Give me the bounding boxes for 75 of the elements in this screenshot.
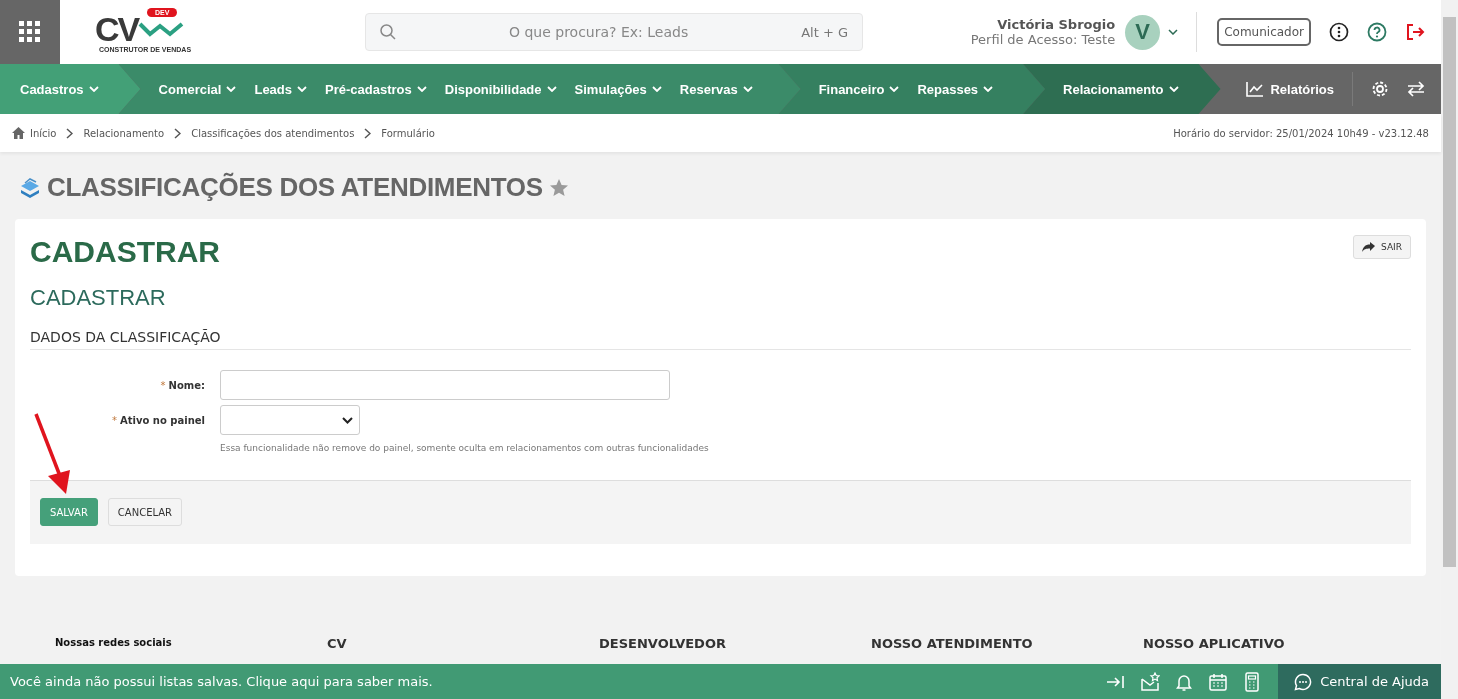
chevron-down-icon	[651, 86, 662, 92]
search-icon	[380, 24, 396, 40]
communicator-button[interactable]: Comunicador	[1217, 18, 1311, 46]
breadcrumb-link[interactable]: Classificações dos atendimentos	[191, 127, 355, 139]
calendar-icon[interactable]	[1208, 671, 1229, 692]
help-icon[interactable]	[1367, 22, 1387, 42]
footer-heading: DESENVOLVEDOR	[599, 636, 727, 651]
search-placeholder: O que procura? Ex: Leads	[507, 24, 690, 40]
search-field[interactable]: O que procura? Ex: Leads Alt + G	[365, 13, 863, 51]
swap-arrows-icon[interactable]	[1407, 81, 1425, 97]
chevron-down-icon	[983, 86, 994, 92]
form-subheading: CADASTRAR	[30, 285, 167, 311]
field-label: * Ativo no painel	[111, 414, 205, 426]
input-field[interactable]	[220, 370, 670, 400]
breadcrumb-link[interactable]: Início	[12, 127, 57, 139]
apps-menu-button[interactable]	[0, 0, 60, 64]
envelope-star-icon[interactable]	[1140, 671, 1161, 692]
user-name: Victória Sbrogio	[997, 17, 1116, 32]
section-heading: DADOS DA CLASSIFICAÇÃO	[30, 329, 1411, 350]
footer-heading: CV	[327, 636, 348, 651]
stack-icon	[19, 177, 41, 198]
chevron-down-icon	[546, 86, 557, 92]
chevron-down-icon	[742, 86, 753, 92]
wave-icon	[138, 20, 185, 37]
page-title: CLASSIFICAÇÕES DOS ATENDIMENTOS	[47, 172, 543, 203]
exit-button[interactable]: SAIR	[1353, 235, 1411, 259]
line-chart-icon	[1246, 81, 1265, 97]
chevron-down-icon	[342, 416, 353, 424]
logo-mark: CV	[95, 11, 139, 46]
breadcrumb-link[interactable]: Relacionamento	[83, 127, 165, 139]
user-profile: Perfil de Acesso: Teste	[970, 32, 1116, 47]
breadcrumb-link[interactable]: Formulário	[381, 127, 435, 139]
menu-item[interactable]: Pré-cadastros	[325, 81, 427, 97]
form-heading: CADASTRAR	[30, 235, 220, 269]
chevron-down-icon	[889, 86, 900, 92]
footer-heading: NOSSO APLICATIVO	[1143, 636, 1286, 651]
cancel-button[interactable]: CANCELAR	[107, 498, 183, 526]
star-icon[interactable]	[548, 178, 569, 197]
chevron-down-icon	[416, 86, 427, 92]
menu-item[interactable]: Cadastros	[20, 81, 99, 97]
chevron-down-icon	[226, 86, 237, 92]
chevron-down-icon	[88, 86, 99, 92]
menu-item[interactable]: Relacionamento	[1063, 81, 1179, 97]
chevron-right-icon	[174, 127, 182, 139]
menu-item[interactable]: Comercial	[158, 81, 237, 97]
select-field[interactable]	[220, 405, 360, 435]
menu-item[interactable]: Simulações	[574, 81, 662, 97]
help-center-button[interactable]: Central de Ajuda	[1278, 664, 1441, 699]
menu-item[interactable]: Disponibilidade	[444, 81, 557, 97]
logout-icon[interactable]	[1405, 22, 1425, 42]
shortcut-hint: Alt + G	[801, 24, 848, 40]
saved-lists-link[interactable]: Você ainda não possui listas salvas. Clique aqui para saber mais.	[0, 674, 433, 689]
chevron-down-icon	[1168, 86, 1179, 92]
settings-icon[interactable]	[1371, 80, 1389, 98]
field-label: * Nome:	[159, 379, 205, 391]
user-avatar[interactable]: V	[1125, 14, 1161, 50]
reports-link[interactable]: Relatórios	[1246, 81, 1352, 97]
menu-item[interactable]: Reservas	[679, 81, 753, 97]
home-icon	[12, 127, 25, 139]
grid-icon	[19, 21, 41, 43]
chevron-right-icon	[66, 127, 74, 139]
footer-heading: NOSSO ATENDIMENTO	[871, 636, 1034, 651]
more-options-icon[interactable]	[1329, 22, 1349, 42]
server-time: Horário do servidor: 25/01/2024 10h49 - v23.12.48	[1173, 127, 1429, 139]
menu-item[interactable]: Leads	[254, 81, 308, 97]
menu-item[interactable]: Repasses	[917, 81, 994, 97]
chevron-right-icon	[364, 127, 372, 139]
share-arrow-icon	[1362, 242, 1376, 252]
chevron-down-icon[interactable]	[1168, 29, 1179, 35]
help-text: Essa funcionalidade não remove do painel, somente oculta em relacionamentos com outras funcionalidades	[220, 443, 710, 453]
menu-item[interactable]: Financeiro	[818, 81, 900, 97]
save-button[interactable]: SALVAR	[40, 498, 98, 526]
footer-heading: Nossas redes sociais	[55, 636, 173, 650]
chevron-down-icon	[297, 86, 308, 92]
chat-bubble-icon	[1294, 672, 1313, 691]
